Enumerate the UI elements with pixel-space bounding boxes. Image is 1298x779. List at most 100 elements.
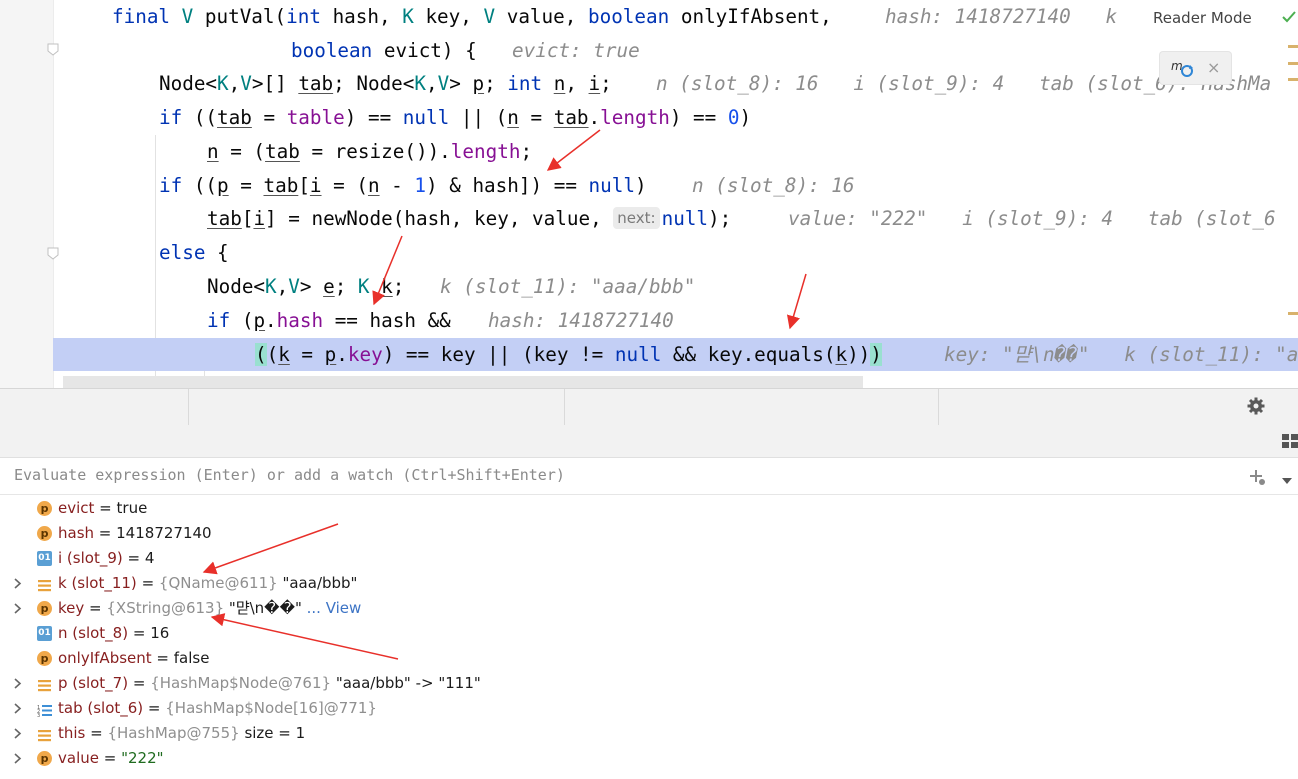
code-token: . xyxy=(588,106,601,129)
variable-type: {HashMap$Node@761} xyxy=(150,674,332,692)
variable-row[interactable]: p value = "222" xyxy=(0,746,1298,771)
close-icon[interactable]: × xyxy=(1207,57,1223,79)
gear-icon[interactable] xyxy=(1246,396,1266,416)
code-token: = xyxy=(289,343,325,366)
variable-row[interactable]: 1 2 3 tab (slot_6) = {HashMap$Node[16]@771} xyxy=(0,696,1298,721)
variables-tree[interactable]: p evict = true p hash = 1418727140 01 i (slot… xyxy=(0,496,1298,768)
code-token: tab xyxy=(207,207,242,230)
code-token: , xyxy=(228,72,241,95)
code-token: boolean xyxy=(587,5,681,28)
code-token: tab xyxy=(298,72,334,95)
error-stripe-mark[interactable] xyxy=(1288,312,1298,315)
code-token: k xyxy=(835,343,848,366)
chevron-right-icon[interactable] xyxy=(11,671,25,696)
horizontal-scrollbar[interactable] xyxy=(63,376,863,388)
code-line[interactable]: n = (tab = resize()).length; xyxy=(0,135,1298,168)
variable-value: "aaa/bbb" xyxy=(282,574,358,592)
code-token: int xyxy=(286,5,333,28)
code-line[interactable]: final V putVal(int hash, K key, V value,… xyxy=(0,0,1298,33)
code-line[interactable]: if ((tab = table) == null || (n = tab.le… xyxy=(0,101,1298,134)
code-token: = ( xyxy=(218,140,266,163)
code-token: , xyxy=(565,72,589,95)
code-token: n xyxy=(553,72,566,95)
code-line[interactable]: tab[i] = newNode(hash, key, value, next:… xyxy=(0,202,1298,235)
code-token: i xyxy=(309,174,322,197)
error-stripe-mark[interactable] xyxy=(1288,62,1298,65)
chevron-down-icon[interactable] xyxy=(1281,471,1293,484)
variable-text: p (slot_7) = {HashMap$Node@761} "aaa/bbb… xyxy=(58,674,481,692)
code-token: if xyxy=(159,174,194,197)
inline-debug-value: n (slot_8): 16 xyxy=(692,174,855,197)
variable-row[interactable]: 01 i (slot_9) = 4 xyxy=(0,546,1298,571)
chevron-right-icon[interactable] xyxy=(11,596,25,621)
code-token: evict) { xyxy=(383,39,477,62)
code-token: K xyxy=(265,275,277,298)
variable-row[interactable]: p (slot_7) = {HashMap$Node@761} "aaa/bbb… xyxy=(0,671,1298,696)
code-token: null xyxy=(661,207,709,230)
error-stripe-mark[interactable] xyxy=(1288,45,1298,48)
inspection-ok-icon[interactable] xyxy=(1280,8,1298,26)
variable-type: {QName@611} xyxy=(158,574,278,592)
code-token: , xyxy=(426,72,438,95)
variable-value: "먇\n��" xyxy=(228,599,302,617)
chevron-right-icon[interactable] xyxy=(11,721,25,746)
primitive-icon: 01 xyxy=(37,551,52,566)
inline-debug-value: hash: 1418727140 xyxy=(488,309,674,332)
code-token: ) == xyxy=(669,106,728,129)
code-line[interactable]: else { xyxy=(0,236,1298,269)
svg-text:3: 3 xyxy=(37,713,40,718)
code-token: k xyxy=(278,343,290,366)
evaluate-expression-input[interactable] xyxy=(6,458,1242,492)
code-token: null xyxy=(588,174,635,197)
chevron-right-icon[interactable] xyxy=(11,571,25,596)
add-watch-icon[interactable] xyxy=(1247,467,1267,487)
code-line[interactable]: Node<K,V>[] tab; Node<K,V> p; int n, i; n… xyxy=(0,67,1298,100)
variable-value: "aaa/bbb" -> "111" xyxy=(335,674,481,692)
array-icon: 123 xyxy=(37,701,52,719)
inline-debug-value: key: "먇\n��" k (slot_11): "aaa xyxy=(944,343,1298,366)
code-token: p xyxy=(217,174,229,197)
parameter-icon: p xyxy=(37,601,52,616)
variable-row[interactable]: 01 n (slot_8) = 16 xyxy=(0,621,1298,646)
code-token: (( xyxy=(193,174,218,197)
code-line[interactable]: Node<K,V> e; K k; k (slot_11): "aaa/bbb" xyxy=(0,270,1298,303)
chevron-right-icon[interactable] xyxy=(11,746,25,771)
code-token: ) xyxy=(870,343,882,366)
variable-name: i (slot_9) xyxy=(58,549,123,567)
chevron-right-icon[interactable] xyxy=(11,696,25,721)
variable-text: key = {XString@613} "먇\n��" ... View xyxy=(58,599,362,617)
view-value-link[interactable]: ... View xyxy=(307,599,362,617)
variable-value: 4 xyxy=(144,549,155,567)
error-stripe-mark[interactable] xyxy=(1288,78,1298,81)
layout-icon[interactable] xyxy=(1282,433,1298,448)
toolbar-separator xyxy=(188,389,189,425)
maven-reload-popup[interactable]: m × xyxy=(1160,52,1231,84)
code-token: hash xyxy=(276,309,324,332)
variable-row[interactable]: k (slot_11) = {QName@611} "aaa/bbb" xyxy=(0,571,1298,596)
variable-text: i (slot_9) = 4 xyxy=(58,549,155,567)
variable-row[interactable]: p evict = true xyxy=(0,496,1298,521)
code-token: p xyxy=(472,72,485,95)
maven-reload-icon[interactable]: m xyxy=(1171,58,1195,78)
toolbar-separator xyxy=(938,389,939,425)
reader-mode-button[interactable]: Reader Mode xyxy=(1144,4,1271,32)
code-token: tab xyxy=(217,106,252,129)
code-token: == hash && xyxy=(323,309,451,332)
code-line[interactable]: if ((p = tab[i = (n - 1) & hash]) == nul… xyxy=(0,169,1298,202)
variable-name: key xyxy=(58,599,85,617)
code-line[interactable]: if (p.hash == hash && hash: 1418727140 xyxy=(0,304,1298,337)
variable-name: k (slot_11) xyxy=(58,574,137,592)
variable-row[interactable]: p onlyIfAbsent = false xyxy=(0,646,1298,671)
code-editor[interactable]: final V putVal(int hash, K key, V value,… xyxy=(0,0,1298,388)
variable-row[interactable]: p hash = 1418727140 xyxy=(0,521,1298,546)
code-token: [ xyxy=(241,207,254,230)
current-execution-line[interactable]: ((k = p.key) == key || (key != null && k… xyxy=(53,338,1298,371)
code-line[interactable]: boolean evict) {evict: true xyxy=(0,34,1298,67)
variable-row[interactable]: this = {HashMap@755} size = 1 xyxy=(0,721,1298,746)
variable-text: value = "222" xyxy=(58,749,164,767)
variable-row[interactable]: p key = {XString@613} "먇\n��" ... View xyxy=(0,596,1298,621)
code-token: length xyxy=(450,140,521,163)
code-token: ) xyxy=(634,174,647,197)
code-token: ) == key || (key != xyxy=(382,343,615,366)
code-text: ((k = p.key) == key || (key != null && k… xyxy=(255,338,882,371)
